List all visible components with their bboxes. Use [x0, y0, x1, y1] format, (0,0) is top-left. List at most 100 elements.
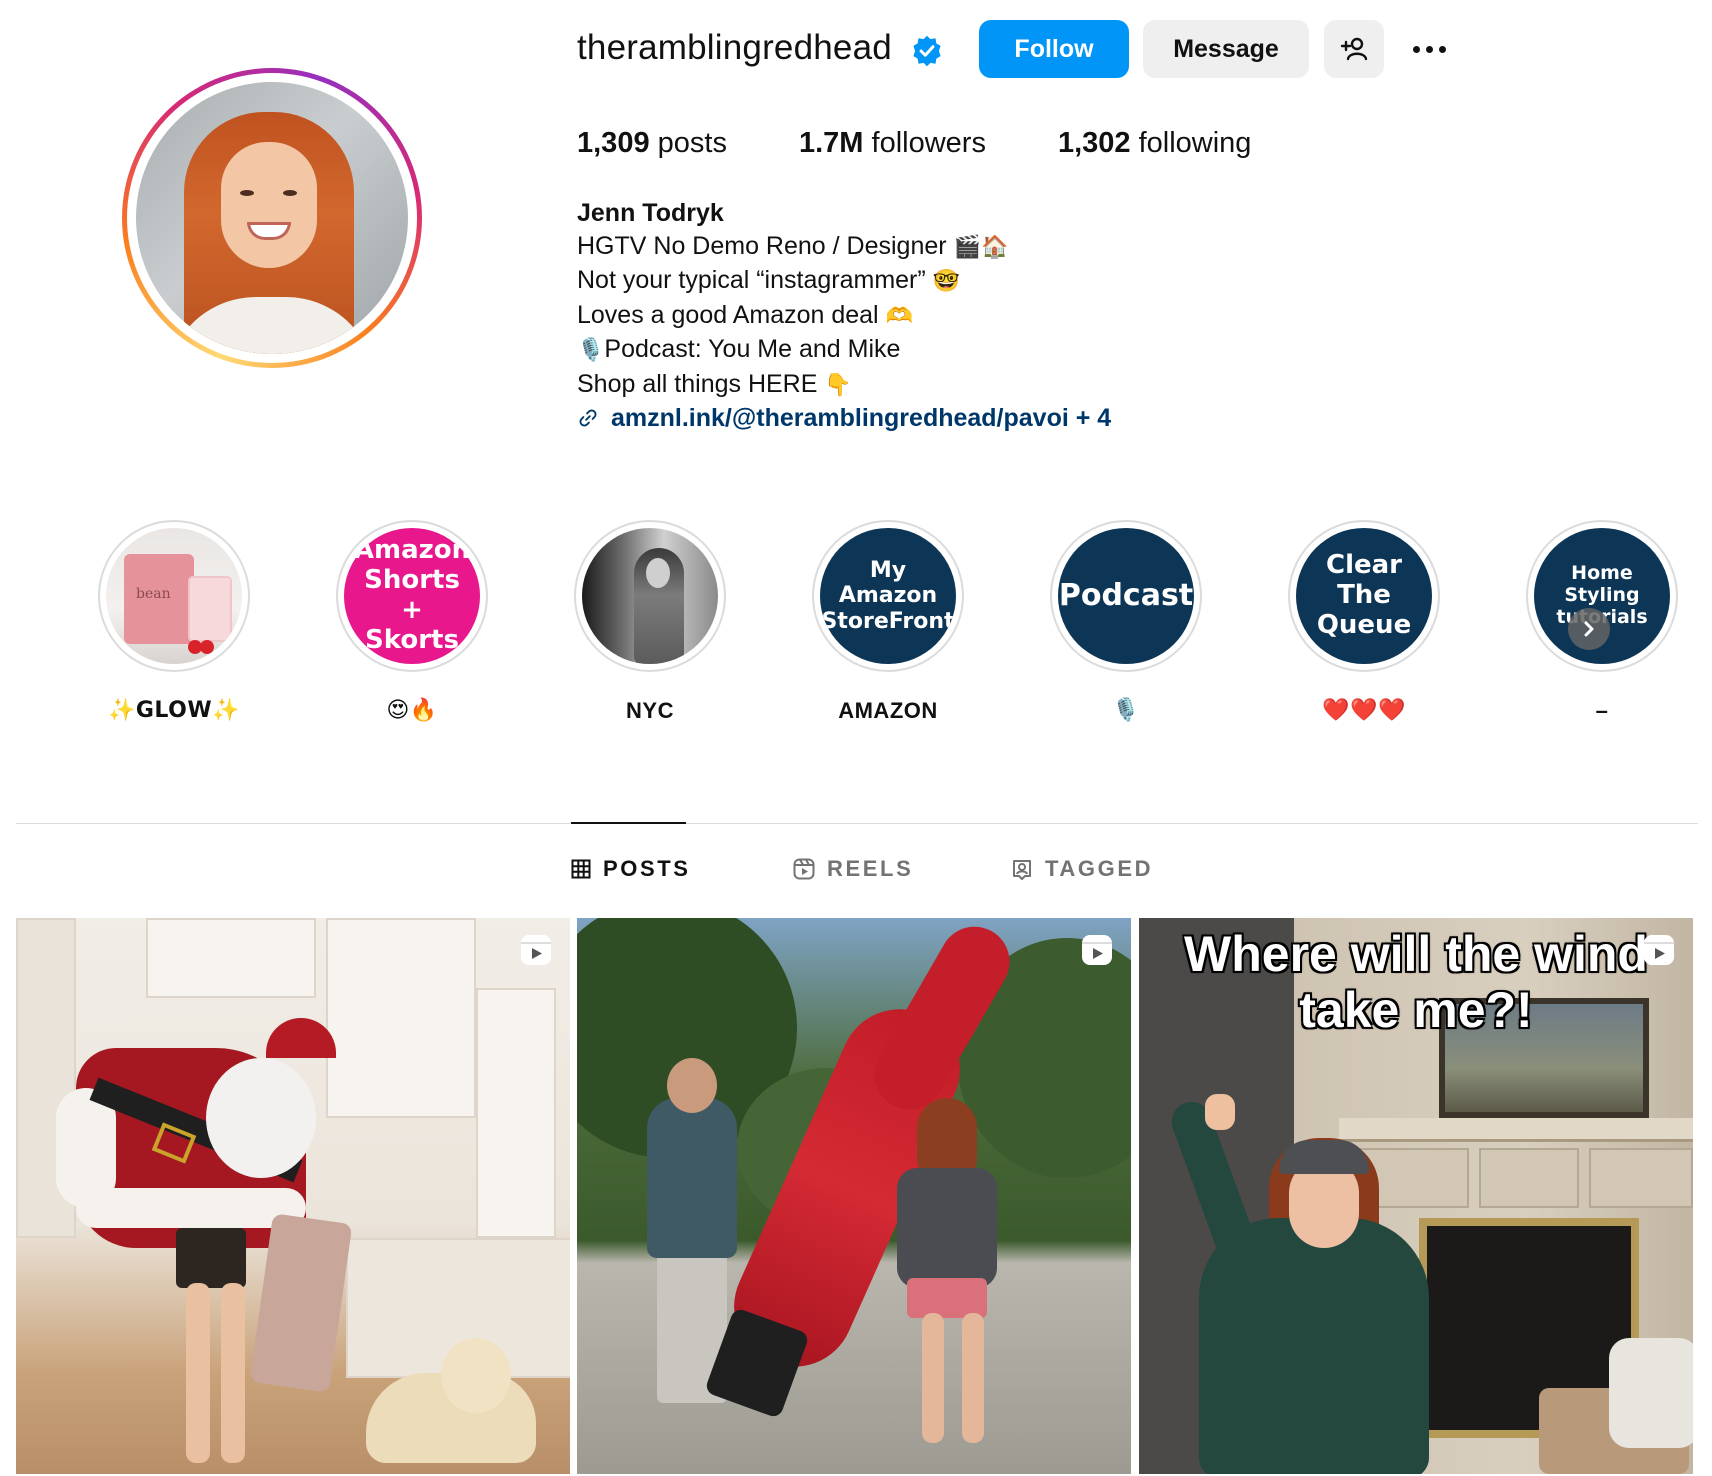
highlight-ring: My Amazon StoreFront — [812, 520, 964, 672]
highlight-glow[interactable]: bean ✨GLOW✨ — [95, 520, 253, 728]
bio-line-text: Shop all things HERE — [577, 369, 818, 398]
clapper-house-emoji: 🎬🏠 — [953, 234, 1009, 260]
highlight-shorts[interactable]: Amazon Shorts + Skorts 😍🔥 — [333, 520, 491, 728]
product-label: bean — [136, 586, 171, 602]
microphone-emoji: 🎙️ — [577, 338, 605, 363]
highlight-cover-text: Podcast — [1058, 528, 1194, 664]
highlight-cover: bean — [106, 528, 242, 664]
following-count-value: 1,302 — [1057, 127, 1131, 159]
grid-icon — [571, 859, 591, 879]
bio-line-text: Podcast: You Me and Mike — [604, 335, 901, 363]
highlight-cover — [582, 528, 718, 664]
more-options-icon[interactable] — [1404, 30, 1454, 68]
woman-leg — [922, 1313, 944, 1443]
post-tile[interactable] — [16, 918, 570, 1474]
highlight-label: 😍🔥 — [386, 698, 438, 723]
tab-reels[interactable]: REELS — [793, 856, 1011, 882]
bio-line: HGTV No Demo Reno / Designer 🎬🏠 — [577, 230, 1111, 265]
highlight-amazon[interactable]: My Amazon StoreFront AMAZON — [809, 520, 967, 728]
chevron-right-icon — [1584, 621, 1594, 637]
post-tile[interactable] — [577, 918, 1131, 1474]
bio-line: Not your typical “instagrammer” 🤓 — [577, 264, 1111, 299]
man — [647, 1098, 737, 1258]
posts-count-label: posts — [657, 127, 727, 159]
highlight-label: ✨GLOW✨ — [107, 698, 241, 723]
tab-posts[interactable]: POSTS — [571, 856, 793, 882]
bio-link[interactable]: amznl.ink/@theramblingredhead/pavoi + 4 — [577, 402, 1111, 435]
link-icon — [579, 409, 597, 427]
woman-shorts — [907, 1278, 987, 1318]
tab-label: REELS — [827, 856, 914, 881]
post-overlay-text: Where will the wind take me?! — [1184, 926, 1648, 1038]
tab-label: TAGGED — [1045, 856, 1154, 881]
profile-username: theramblingredhead — [577, 28, 892, 67]
active-tab-indicator — [571, 822, 686, 824]
follow-button[interactable]: Follow — [979, 20, 1129, 78]
green-sweatshirt — [1199, 1218, 1429, 1474]
bio-line-text: Not your typical “instagrammer” — [577, 266, 926, 294]
cabinet — [146, 918, 316, 998]
highlight-ring: bean — [98, 520, 250, 672]
man-head — [667, 1058, 717, 1113]
bio-line: Loves a good Amazon deal 🫶 — [577, 299, 1111, 334]
full-name: Jenn Todryk — [577, 199, 724, 227]
add-user-button[interactable] — [1324, 20, 1384, 78]
highlight-label: NYC — [626, 698, 674, 723]
bio-line: Shop all things HERE 👇 — [577, 368, 1111, 403]
highlight-queue[interactable]: Clear The Queue ❤️❤️❤️ — [1285, 520, 1443, 728]
profile-stats: 1,309 posts 1.7M followers 1,302 followi… — [577, 127, 1323, 160]
verified-badge-icon — [913, 35, 941, 67]
cabinet — [476, 988, 556, 1238]
highlight-label: 🎙️ — [1112, 698, 1140, 723]
tab-label: POSTS — [603, 856, 691, 881]
reels-icon — [793, 858, 815, 880]
story-highlights: bean ✨GLOW✨ Amazon Shorts + Skorts 😍🔥 NY… — [95, 520, 1695, 730]
bio-link-text[interactable]: amznl.ink/@theramblingredhead/pavoi + 4 — [611, 402, 1111, 435]
leg — [186, 1283, 210, 1463]
highlight-podcast[interactable]: Podcast 🎙️ — [1047, 520, 1205, 728]
message-button[interactable]: Message — [1143, 20, 1309, 78]
santa-beard — [206, 1058, 316, 1178]
highlight-nyc[interactable]: NYC — [571, 520, 729, 728]
tabs-divider — [16, 823, 1698, 824]
mantel — [1339, 1118, 1693, 1142]
pointing-down-emoji: 👇 — [824, 372, 852, 398]
stone — [1479, 1148, 1579, 1208]
post-tile[interactable]: Where will the wind take me?! — [1139, 918, 1693, 1474]
posts-grid: Where will the wind take me?! — [16, 918, 1693, 1474]
reel-badge-icon — [521, 935, 551, 965]
cabinet — [326, 918, 476, 1118]
posts-count-value: 1,309 — [577, 127, 650, 159]
tagged-icon — [1013, 860, 1031, 880]
stone — [1589, 1148, 1693, 1208]
avatar-eye-right — [283, 190, 297, 196]
highlight-ring: Amazon Shorts + Skorts — [336, 520, 488, 672]
highlight-label: – — [1595, 698, 1609, 723]
highlight-ring: Podcast — [1050, 520, 1202, 672]
avatar-inner — [127, 73, 417, 363]
person-face — [646, 558, 670, 588]
product-jar — [188, 576, 232, 642]
add-user-icon — [1340, 37, 1368, 61]
following-count[interactable]: 1,302 following — [1058, 127, 1251, 160]
reel-badge-icon — [1644, 935, 1674, 965]
bio-line: 🎙️Podcast: You Me and Mike — [577, 333, 1111, 368]
heart-hands-emoji: 🫶 — [885, 303, 913, 329]
highlight-ring: Clear The Queue — [1288, 520, 1440, 672]
profile-tabs: POSTS REELS TAGGED — [571, 856, 1153, 882]
highlights-next-button[interactable] — [1568, 608, 1610, 650]
followers-count[interactable]: 1.7M followers — [799, 127, 986, 160]
followers-count-value: 1.7M — [798, 127, 864, 159]
tab-tagged[interactable]: TAGGED — [1011, 856, 1153, 882]
highlight-ring — [574, 520, 726, 672]
highlight-label: AMAZON — [838, 698, 938, 723]
reel-badge-icon — [1082, 935, 1112, 965]
highlight-label: ❤️❤️❤️ — [1322, 698, 1406, 723]
dog-head — [441, 1338, 511, 1413]
profile-bio: Jenn Todryk HGTV No Demo Reno / Designer… — [577, 197, 1111, 435]
posts-count[interactable]: 1,309 posts — [577, 127, 727, 160]
nerd-face-emoji: 🤓 — [932, 269, 961, 294]
profile-avatar[interactable] — [122, 68, 422, 368]
berry — [200, 640, 214, 654]
woman-shirt — [897, 1168, 997, 1288]
